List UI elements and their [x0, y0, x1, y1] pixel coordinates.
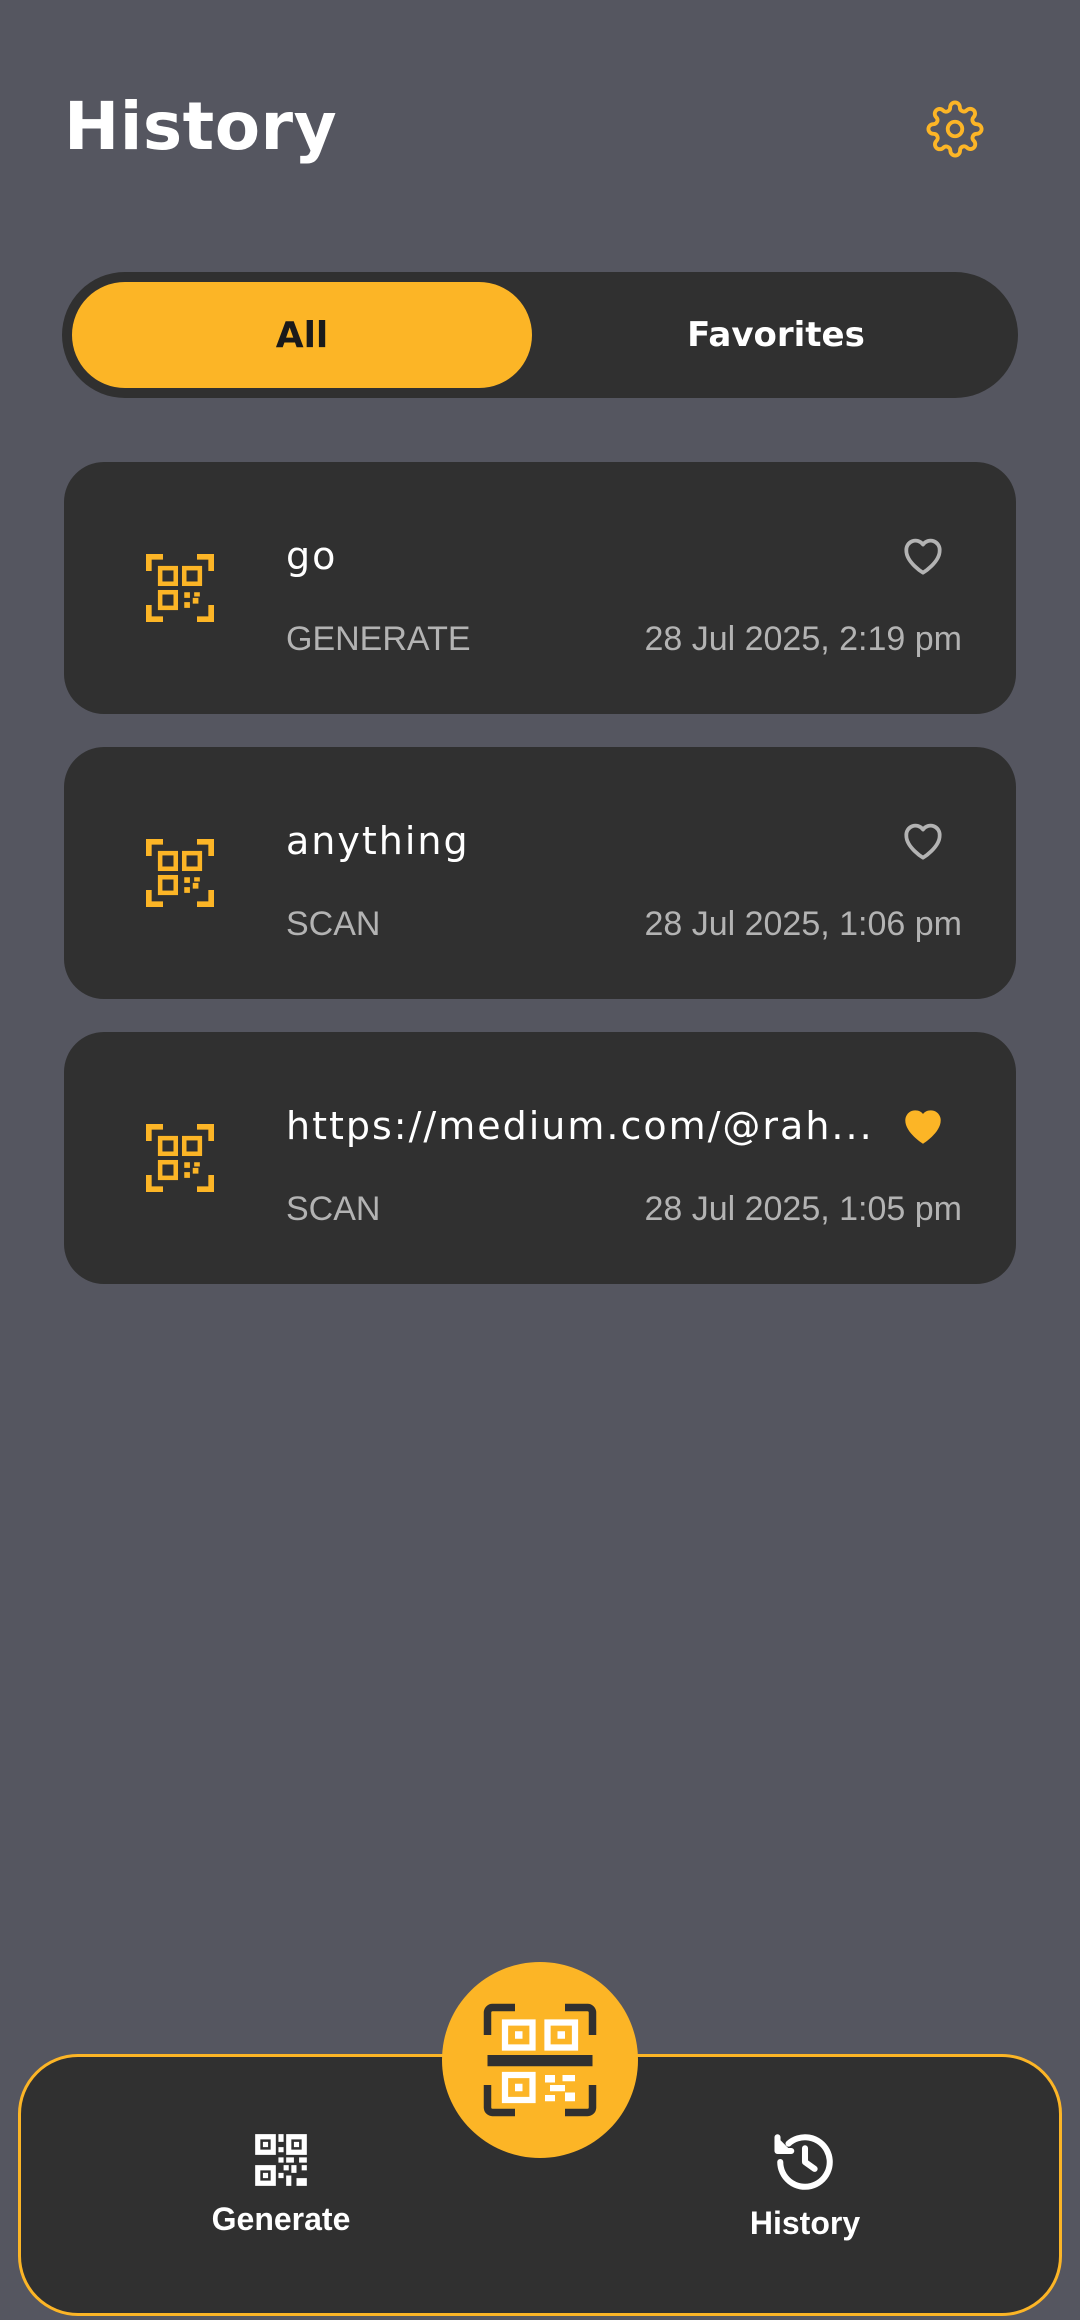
history-item[interactable]: go GENERATE 28 Jul 2025, 2:19 pm	[64, 462, 1016, 714]
page-title: History	[64, 88, 338, 165]
item-date: 28 Jul 2025, 1:06 pm	[644, 905, 962, 943]
heart-filled-icon	[905, 1110, 941, 1144]
history-item[interactable]: anything SCAN 28 Jul 2025, 1:06 pm	[64, 747, 1016, 999]
favorite-toggle[interactable]	[898, 1100, 948, 1150]
scan-button[interactable]	[442, 1962, 638, 2158]
item-date: 28 Jul 2025, 1:05 pm	[644, 1190, 962, 1228]
qr-code-icon	[146, 839, 214, 907]
item-title: https://medium.com/@rah...	[286, 1104, 874, 1148]
nav-history-label: History	[749, 2205, 861, 2241]
heart-outline-icon	[904, 823, 942, 860]
item-type: SCAN	[286, 905, 381, 943]
tab-favorites[interactable]: Favorites	[544, 282, 1008, 388]
item-date: 28 Jul 2025, 2:19 pm	[644, 620, 962, 658]
qr-scan-icon	[483, 2003, 597, 2117]
qr-code-icon	[146, 1124, 214, 1192]
gear-icon	[926, 100, 984, 158]
heart-outline-icon	[904, 538, 942, 575]
settings-button[interactable]	[920, 94, 990, 164]
qr-code-icon	[255, 2134, 307, 2186]
nav-generate-label: Generate	[211, 2201, 351, 2237]
item-title: anything	[286, 819, 470, 863]
history-icon	[774, 2134, 833, 2190]
item-type: GENERATE	[286, 620, 471, 658]
favorite-toggle[interactable]	[898, 815, 948, 865]
item-title: go	[286, 534, 338, 578]
nav-history[interactable]: History	[705, 2129, 905, 2242]
nav-generate[interactable]: Generate	[181, 2129, 381, 2238]
filter-tabs: All Favorites	[62, 272, 1018, 398]
history-item[interactable]: https://medium.com/@rah... SCAN 28 Jul 202…	[64, 1032, 1016, 1284]
qr-code-icon	[146, 554, 214, 622]
tab-all[interactable]: All	[72, 282, 532, 388]
item-type: SCAN	[286, 1190, 381, 1228]
favorite-toggle[interactable]	[898, 530, 948, 580]
